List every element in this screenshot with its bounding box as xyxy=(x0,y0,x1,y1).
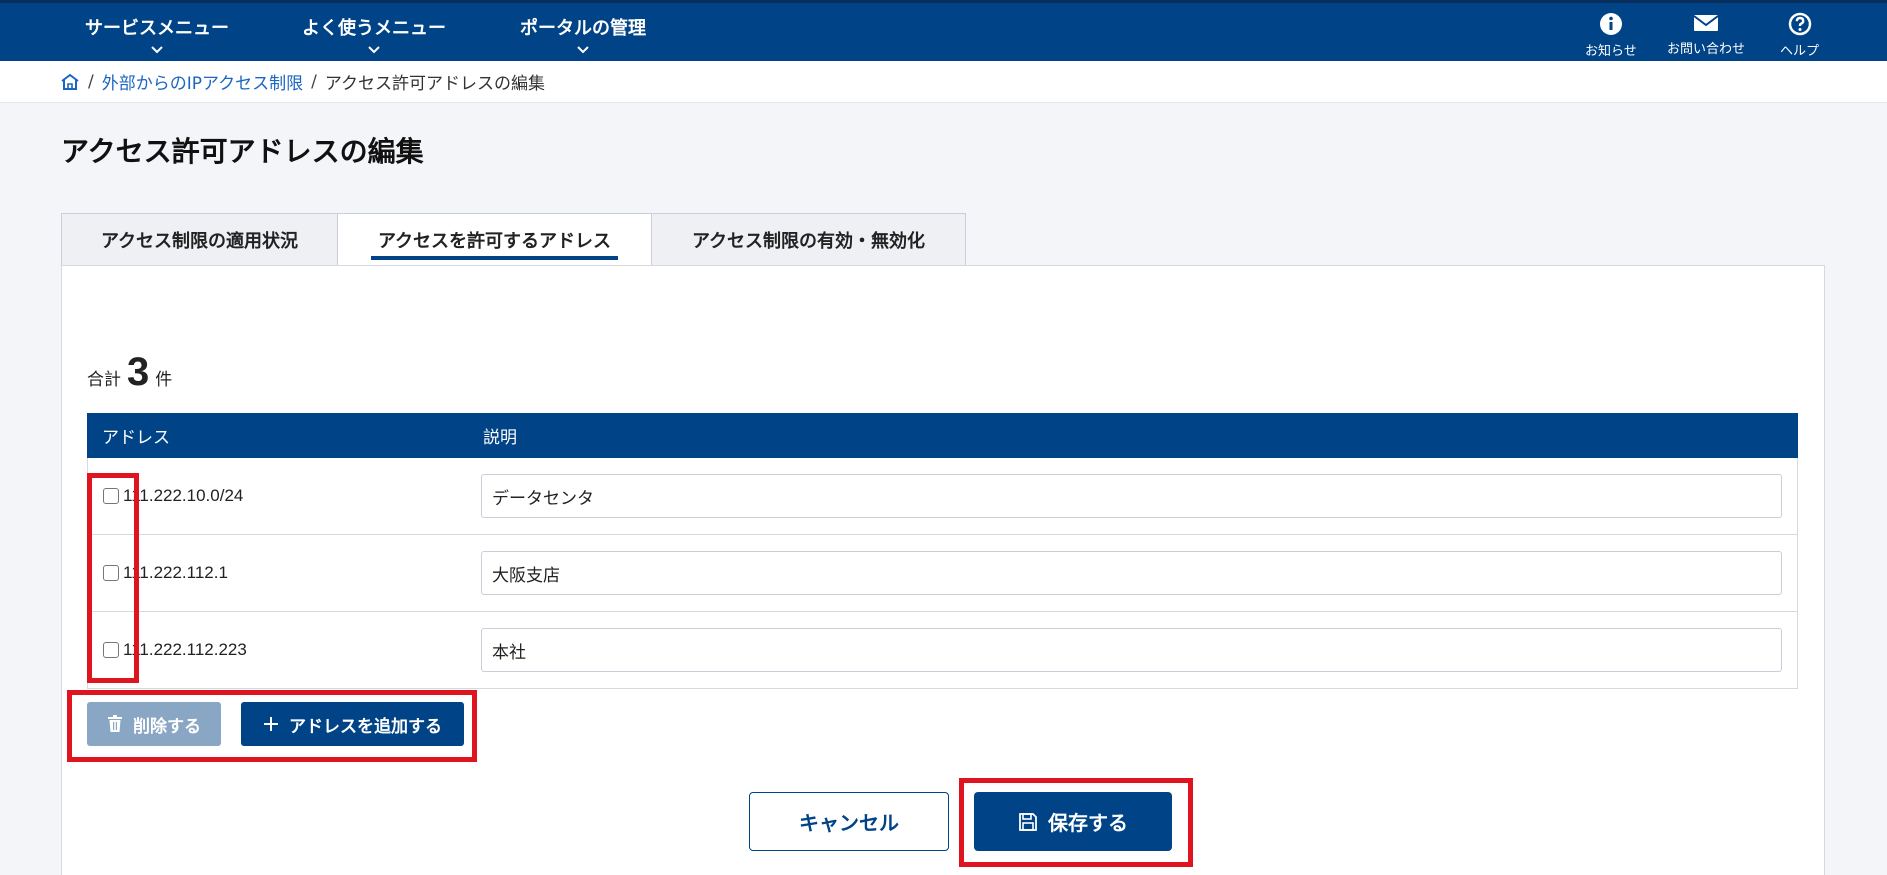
page-title: アクセス許可アドレスの編集 xyxy=(61,135,424,168)
trash-icon xyxy=(108,715,122,732)
description-cell xyxy=(481,474,1797,518)
total-number: 3 xyxy=(127,350,150,394)
add-address-button-label: アドレスを追加する xyxy=(289,716,442,737)
description-cell xyxy=(481,551,1797,595)
address-cell: 111.222.112.1 xyxy=(88,563,481,583)
breadcrumb-separator: / xyxy=(311,71,317,92)
address-cell: 111.222.10.0/24 xyxy=(88,486,481,506)
header-description: 説明 xyxy=(483,428,517,448)
tab-bar: アクセス制限の適用状況 アクセスを許可するアドレス アクセス制限の有効・無効化 xyxy=(61,213,966,266)
chevron-down-icon xyxy=(577,46,589,54)
nav-notifications-label: お知らせ xyxy=(1585,44,1637,59)
cancel-button-label: キャンセル xyxy=(799,811,899,835)
breadcrumb-current: アクセス許可アドレスの編集 xyxy=(324,74,546,94)
tab-allowed-addresses[interactable]: アクセスを許可するアドレス xyxy=(338,213,652,266)
breadcrumb: / 外部からのIPアクセス制限 / アクセス許可アドレスの編集 xyxy=(0,61,1887,103)
breadcrumb-separator: / xyxy=(88,71,94,92)
active-tab-indicator xyxy=(371,256,618,260)
tab-enable-disable[interactable]: アクセス制限の有効・無効化 xyxy=(652,213,966,266)
chevron-down-icon xyxy=(151,46,163,54)
description-input[interactable] xyxy=(481,628,1782,672)
save-button[interactable]: 保存する xyxy=(974,792,1172,851)
nav-portal-admin[interactable]: ポータルの管理 xyxy=(520,14,646,56)
address-value: 111.222.10.0/24 xyxy=(123,486,244,505)
chevron-down-icon xyxy=(368,46,380,54)
total-count: 合計 3 件 xyxy=(87,350,172,395)
table-row: 111.222.112.223 xyxy=(87,612,1798,689)
delete-button[interactable]: 削除する xyxy=(87,702,221,746)
table-row: 111.222.112.1 xyxy=(87,535,1798,612)
help-icon xyxy=(1788,12,1811,36)
row-checkbox[interactable] xyxy=(103,565,119,581)
nav-contact[interactable]: お問い合わせ xyxy=(1667,12,1745,57)
row-checkbox[interactable] xyxy=(103,642,119,658)
table-header: アドレス 説明 xyxy=(87,413,1798,458)
total-prefix: 合計 xyxy=(87,370,121,390)
description-cell xyxy=(481,628,1797,672)
nav-portal-admin-label: ポータルの管理 xyxy=(520,18,646,39)
tab-access-status[interactable]: アクセス制限の適用状況 xyxy=(61,213,338,266)
nav-notifications[interactable]: お知らせ xyxy=(1585,12,1637,59)
table-row: 111.222.10.0/24 xyxy=(87,458,1798,535)
address-value: 111.222.112.223 xyxy=(123,640,247,659)
nav-help-label: ヘルプ xyxy=(1780,44,1820,59)
address-cell: 111.222.112.223 xyxy=(88,640,481,660)
cancel-button[interactable]: キャンセル xyxy=(749,792,949,851)
nav-frequent-menu-label: よく使うメニュー xyxy=(302,18,446,39)
row-checkbox[interactable] xyxy=(103,488,119,504)
nav-help[interactable]: ヘルプ xyxy=(1780,12,1819,59)
nav-contact-label: お問い合わせ xyxy=(1667,42,1746,57)
topbar-edge xyxy=(0,0,1887,3)
nav-service-menu[interactable]: サービスメニュー xyxy=(85,14,229,56)
save-button-label: 保存する xyxy=(1048,811,1128,835)
nav-frequent-menu[interactable]: よく使うメニュー xyxy=(302,14,446,56)
breadcrumb-link-ip-restriction[interactable]: 外部からのIPアクセス制限 xyxy=(102,69,303,94)
description-input[interactable] xyxy=(481,474,1782,518)
header-address: アドレス xyxy=(102,428,170,448)
address-value: 111.222.112.1 xyxy=(123,563,228,582)
tab-label: アクセス制限の有効・無効化 xyxy=(691,231,926,252)
total-suffix: 件 xyxy=(155,370,173,390)
top-navigation-bar: サービスメニュー よく使うメニュー ポータルの管理 お知らせ お問い合わせ ヘル… xyxy=(0,0,1887,61)
nav-service-menu-label: サービスメニュー xyxy=(85,18,229,39)
delete-button-label: 削除する xyxy=(133,716,201,737)
home-icon[interactable] xyxy=(60,73,80,91)
description-input[interactable] xyxy=(481,551,1782,595)
info-icon xyxy=(1599,13,1622,35)
mail-icon xyxy=(1693,15,1719,31)
floppy-disk-icon xyxy=(1019,812,1037,831)
tab-label: アクセスを許可するアドレス xyxy=(377,231,612,252)
address-table: アドレス 説明 111.222.10.0/24 111.222.112.1 11… xyxy=(87,413,1798,689)
plus-icon xyxy=(264,717,278,731)
add-address-button[interactable]: アドレスを追加する xyxy=(241,702,464,746)
tab-label: アクセス制限の適用状況 xyxy=(100,231,299,252)
